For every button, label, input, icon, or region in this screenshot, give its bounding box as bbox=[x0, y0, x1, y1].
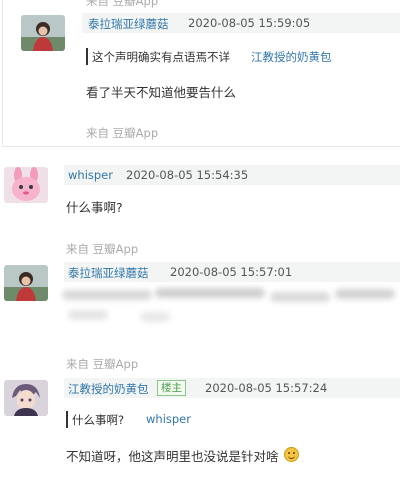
timestamp: 2020-08-05 15:57:01 bbox=[170, 265, 293, 279]
avatar[interactable] bbox=[21, 15, 65, 51]
avatar[interactable] bbox=[4, 167, 48, 203]
avatar[interactable] bbox=[4, 380, 48, 416]
avatar[interactable] bbox=[4, 265, 48, 301]
timestamp: 2020-08-05 15:59:05 bbox=[188, 16, 311, 30]
source-label: 来自 豆瓣App bbox=[86, 126, 159, 140]
avatar-anime-boy-icon bbox=[4, 380, 48, 416]
author-name[interactable]: whisper bbox=[68, 168, 113, 182]
source-label: 来自 豆瓣App bbox=[66, 357, 139, 371]
redacted-comment-text bbox=[60, 286, 400, 328]
timestamp: 2020-08-05 15:57:24 bbox=[205, 381, 328, 395]
author-name[interactable]: 泰拉瑞亚绿蘑菇 bbox=[88, 16, 169, 32]
avatar-pink-bunny-icon bbox=[4, 167, 48, 203]
avatar-mushroom-girl-icon bbox=[4, 265, 48, 301]
comment-thread: 来自 豆瓣App 泰拉瑞亚绿蘑菇 2020-08-05 15:59:05 这个声… bbox=[0, 0, 400, 482]
source-label: 来自 豆瓣App bbox=[66, 242, 139, 256]
comment-text: 不知道呀，他这声明里也没说是针对啥 bbox=[66, 449, 279, 464]
grinning-sweat-emoji-icon bbox=[284, 447, 299, 462]
quoted-author-link[interactable]: whisper bbox=[146, 412, 191, 426]
quoted-text: 什么事啊? bbox=[72, 413, 125, 427]
avatar-mushroom-girl-icon bbox=[21, 15, 65, 51]
timestamp: 2020-08-05 15:54:35 bbox=[126, 168, 249, 182]
comment-text: 什么事啊? bbox=[66, 200, 123, 215]
quote-bar bbox=[66, 411, 68, 428]
author-name[interactable]: 江教授的奶黄包 bbox=[68, 381, 149, 397]
cut-source-label: 来自 豆瓣App bbox=[86, 0, 159, 8]
comment-text: 看了半天不知道他要告什么 bbox=[86, 85, 237, 100]
quoted-author-link[interactable]: 江教授的奶黄包 bbox=[251, 49, 332, 65]
quote-bar bbox=[86, 48, 88, 65]
op-badge: 楼主 bbox=[157, 380, 186, 396]
author-name[interactable]: 泰拉瑞亚绿蘑菇 bbox=[68, 265, 149, 281]
quoted-text: 这个声明确实有点语焉不详 bbox=[92, 50, 230, 64]
